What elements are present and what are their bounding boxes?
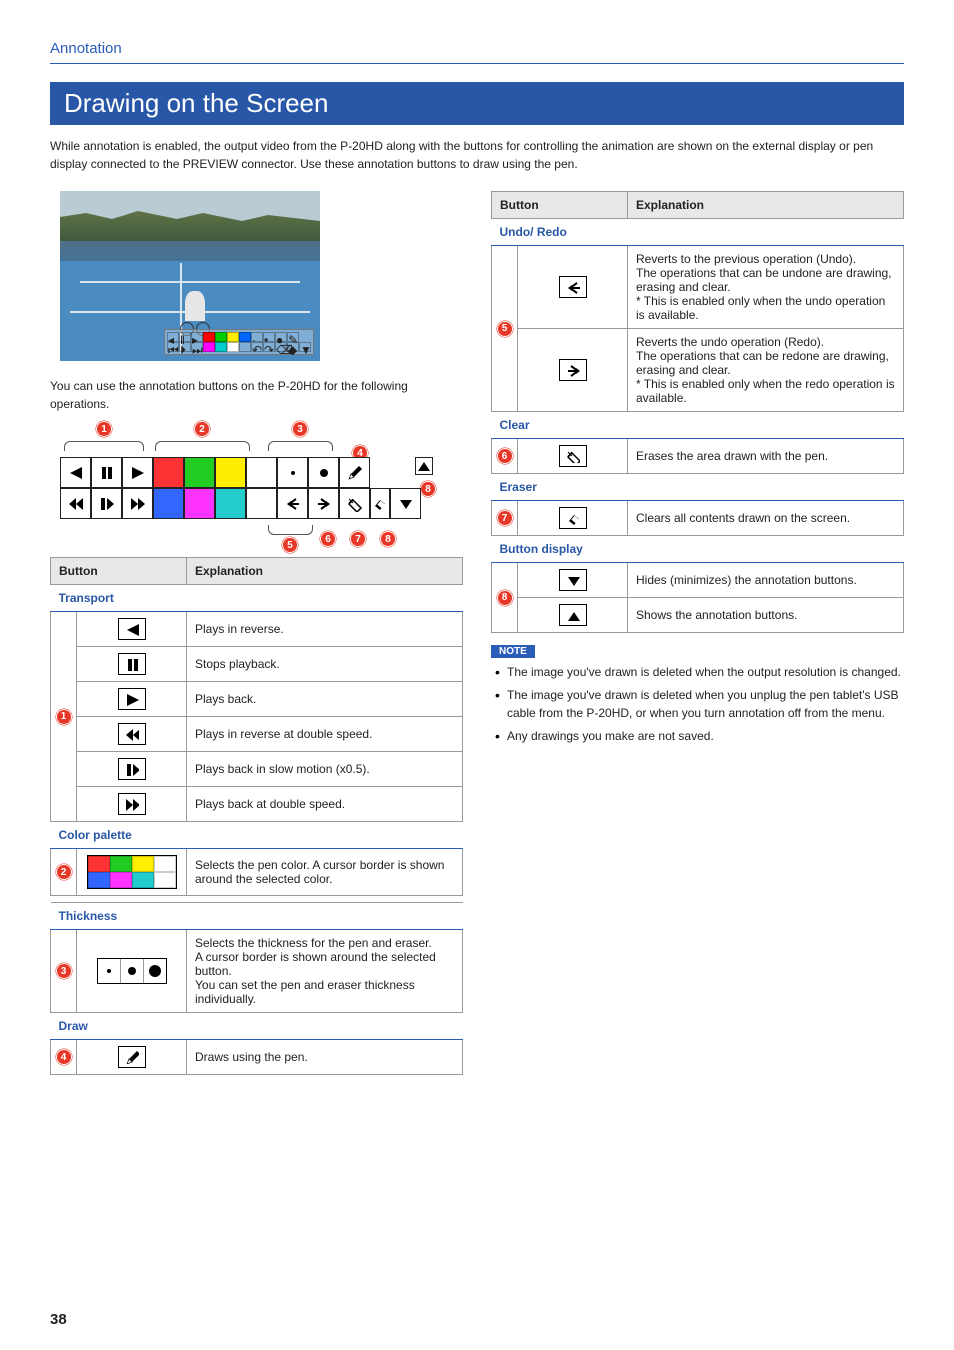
- show-icon: [559, 604, 587, 626]
- row-color: Selects the pen color. A cursor border i…: [187, 849, 463, 896]
- th-button-r: Button: [492, 192, 628, 219]
- note-label: NOTE: [491, 645, 535, 658]
- group-undo: Undo/ Redo: [492, 219, 904, 246]
- row-play2x: Plays back at double speed.: [187, 787, 463, 822]
- row-thickness: Selects the thickness for the pen and er…: [187, 930, 463, 1013]
- para-annotation-buttons: You can use the annotation buttons on th…: [50, 377, 463, 413]
- play-icon: [118, 688, 146, 710]
- left-table: Button Explanation Transport 1 Plays in …: [50, 557, 463, 896]
- group-btndisp: Button display: [492, 536, 904, 563]
- note-item: The image you've drawn is deleted when t…: [495, 664, 904, 681]
- hide-icon: [559, 569, 587, 591]
- note-item: Any drawings you make are not saved.: [495, 728, 904, 745]
- reverse-icon: [118, 618, 146, 640]
- group-eraser: Eraser: [492, 474, 904, 501]
- clear-icon: [559, 445, 587, 467]
- th-explanation: Explanation: [187, 558, 463, 585]
- group-thickness: Thickness: [51, 903, 463, 930]
- row-play: Plays back.: [187, 682, 463, 717]
- row-show: Shows the annotation buttons.: [628, 598, 904, 633]
- page-title: Drawing on the Screen: [50, 82, 904, 125]
- row-slow: Plays back in slow motion (x0.5).: [187, 752, 463, 787]
- group-draw: Draw: [51, 1013, 463, 1040]
- fwd2x-icon: [118, 793, 146, 815]
- notes-list: The image you've drawn is deleted when t…: [491, 664, 904, 746]
- stop-icon: [118, 653, 146, 675]
- right-table: Button Explanation Undo/ Redo 5 Reverts …: [491, 191, 904, 633]
- row-reverse2x: Plays in reverse at double speed.: [187, 717, 463, 752]
- row-hide: Hides (minimizes) the annotation buttons…: [628, 563, 904, 598]
- intro-text: While annotation is enabled, the output …: [50, 137, 904, 173]
- note-item: The image you've drawn is deleted when y…: [495, 687, 904, 722]
- row-draw: Draws using the pen.: [187, 1040, 463, 1075]
- group-color: Color palette: [51, 822, 463, 849]
- row-redo: Reverts the undo operation (Redo). The o…: [628, 329, 904, 412]
- row-reverse: Plays in reverse.: [187, 612, 463, 647]
- preview-image: ◂‖▸ ·•●✎ ⏮⏵⏭ ↶↷⌫◆▼: [60, 191, 320, 361]
- section-name: Annotation: [50, 40, 904, 64]
- color-palette-icon: [87, 855, 177, 889]
- row-stop: Stops playback.: [187, 647, 463, 682]
- undo-icon: [559, 276, 587, 298]
- button-diagram: 1234 56788: [50, 423, 440, 543]
- page-number: 38: [50, 1311, 67, 1328]
- group-clear: Clear: [492, 412, 904, 439]
- row-eraser: Clears all contents drawn on the screen.: [628, 501, 904, 536]
- th-button: Button: [51, 558, 187, 585]
- th-explanation-r: Explanation: [628, 192, 904, 219]
- pen-icon: [118, 1046, 146, 1068]
- row-undo: Reverts to the previous operation (Undo)…: [628, 246, 904, 329]
- left-table-2: Thickness 3 Selects the thickness for th…: [50, 902, 463, 1075]
- redo-icon: [559, 359, 587, 381]
- group-transport: Transport: [51, 585, 463, 612]
- thickness-icon: [97, 958, 167, 984]
- reverse2x-icon: [118, 723, 146, 745]
- slow-icon: [118, 758, 146, 780]
- row-clear: Erases the area drawn with the pen.: [628, 439, 904, 474]
- eraser-icon: [559, 507, 587, 529]
